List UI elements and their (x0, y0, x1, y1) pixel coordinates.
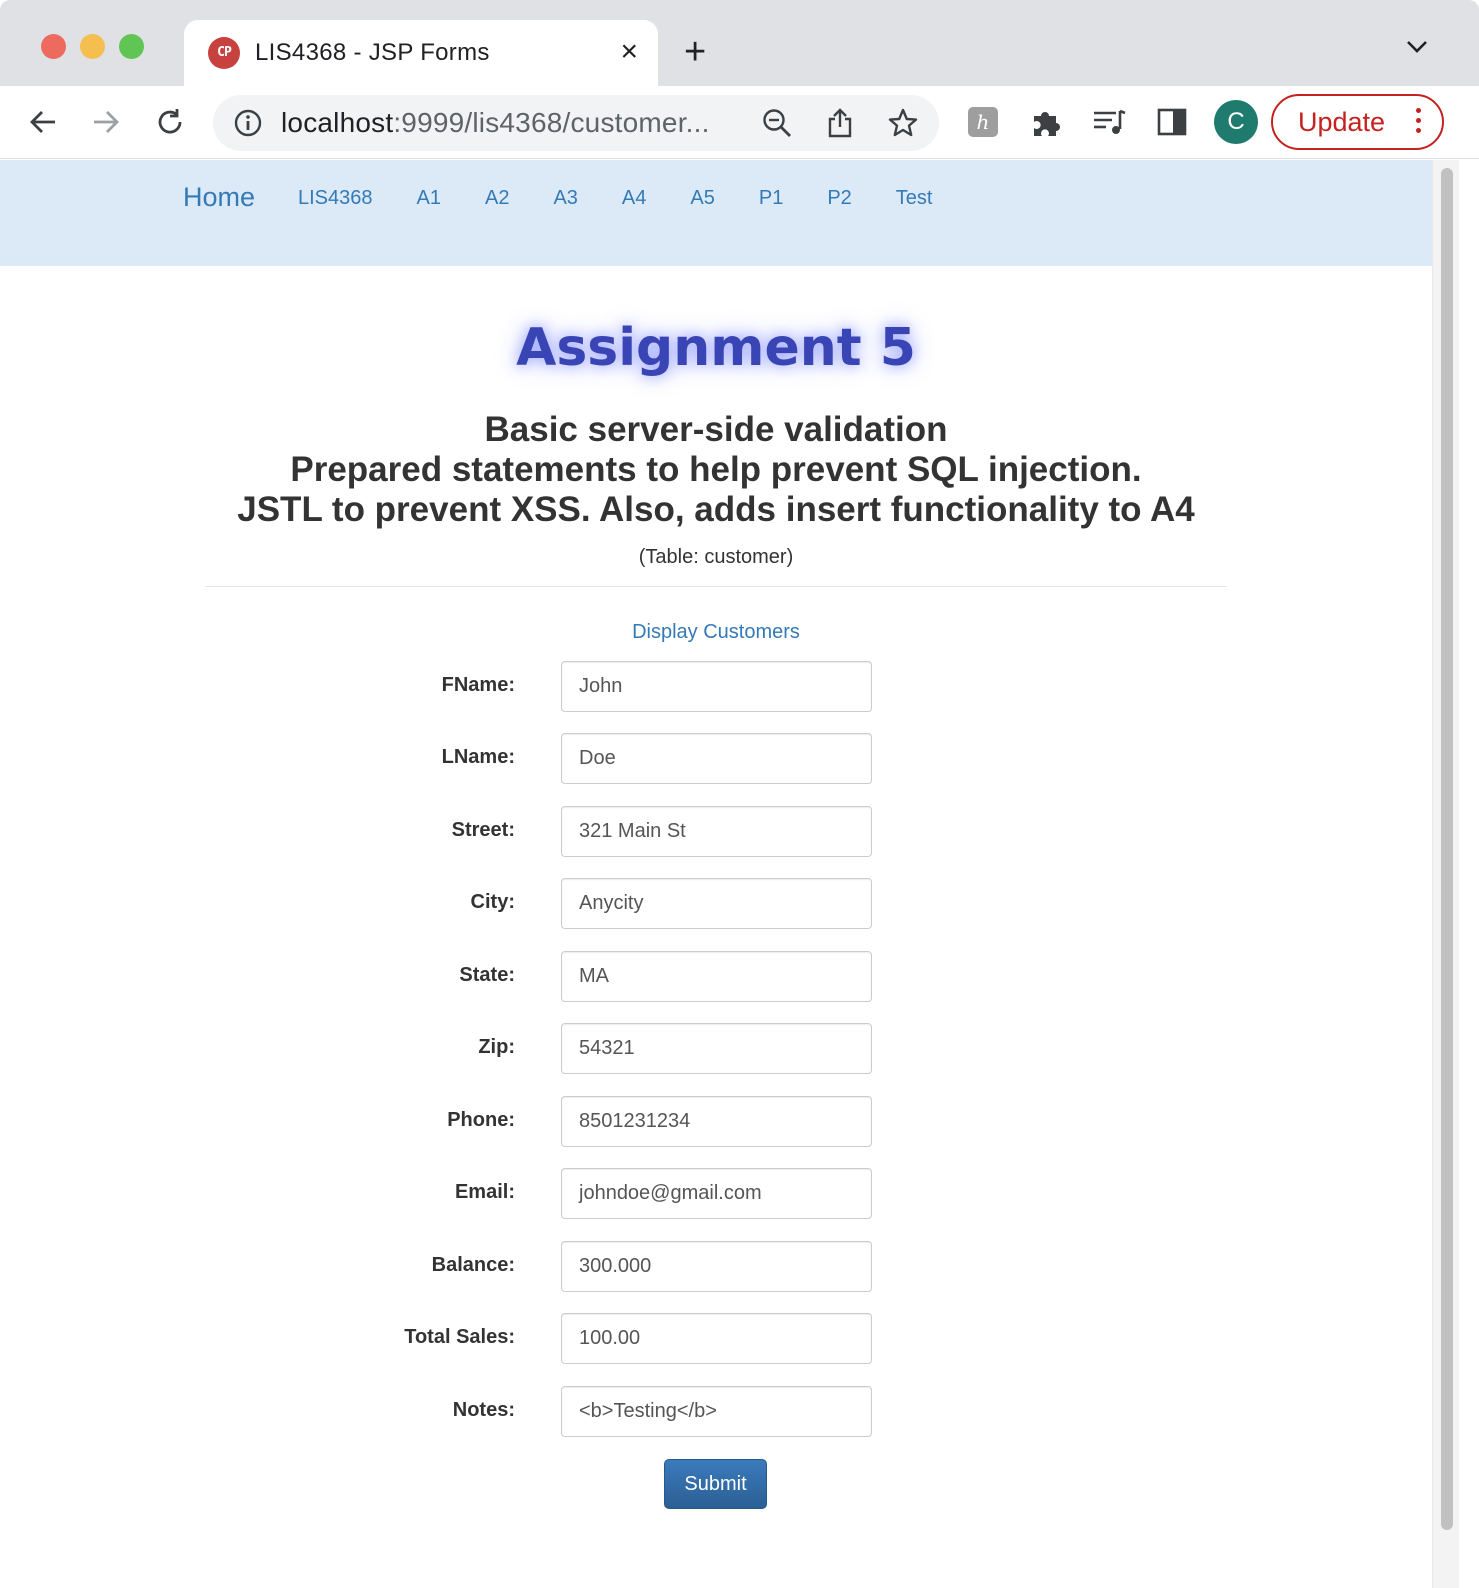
page-subtitle: Basic server-side validation Prepared st… (0, 410, 1432, 530)
tab-strip: CP LIS4368 - JSP Forms × + (0, 0, 1479, 86)
form-row-notes: Notes: <b>Testing</b> (0, 1386, 1432, 1437)
profile-avatar[interactable]: C (1214, 100, 1258, 144)
submit-button[interactable]: Submit (664, 1459, 767, 1509)
update-button[interactable]: Update (1271, 94, 1444, 150)
state-input[interactable]: MA (561, 951, 872, 1002)
form-row-lname: LName: Doe (0, 733, 1432, 784)
fname-label: FName: (441, 674, 515, 696)
form-row-fname: FName: John (0, 661, 1432, 712)
browser-toolbar: localhost:9999/lis4368/customer... h C U… (0, 86, 1479, 159)
subtitle-line: JSTL to prevent XSS. Also, adds insert f… (237, 490, 1195, 529)
share-icon[interactable] (825, 107, 855, 144)
notes-input[interactable]: <b>Testing</b> (561, 1386, 872, 1437)
page-viewport: Home LIS4368 A1 A2 A3 A4 A5 P1 P2 Test A… (0, 160, 1432, 1588)
street-label: Street: (451, 819, 515, 841)
state-label: State: (459, 964, 515, 986)
address-bar[interactable]: localhost:9999/lis4368/customer... (213, 95, 939, 151)
nav-link-a4[interactable]: A4 (622, 187, 646, 210)
nav-link-a5[interactable]: A5 (690, 187, 714, 210)
form-row-total-sales: Total Sales: 100.00 (0, 1313, 1432, 1364)
notes-label: Notes: (452, 1399, 515, 1421)
nav-links: LIS4368 A1 A2 A3 A4 A5 P1 P2 Test (298, 187, 976, 210)
tab-search-chevron-icon[interactable] (1404, 38, 1430, 61)
tab-close-icon[interactable]: × (620, 35, 638, 69)
lname-input[interactable]: Doe (561, 733, 872, 784)
city-label: City: (470, 891, 515, 913)
info-icon[interactable] (233, 108, 263, 143)
form-row-zip: Zip: 54321 (0, 1023, 1432, 1074)
display-customers-link: Display Customers (0, 621, 1432, 644)
display-customers-link-text[interactable]: Display Customers (632, 621, 800, 643)
nav-link-a3[interactable]: A3 (553, 187, 577, 210)
phone-input[interactable]: 8501231234 (561, 1096, 872, 1147)
nav-link-a2[interactable]: A2 (485, 187, 509, 210)
url-text[interactable]: localhost:9999/lis4368/customer... (281, 107, 710, 139)
more-menu-icon[interactable] (1416, 108, 1422, 138)
page-title: Assignment 5 (516, 318, 916, 378)
url-path: :9999/lis4368/customer... (393, 107, 710, 138)
nav-link-a1[interactable]: A1 (417, 187, 441, 210)
total-sales-label: Total Sales: (404, 1326, 515, 1348)
zip-label: Zip: (478, 1036, 515, 1058)
back-icon[interactable] (25, 104, 61, 140)
nav-home-link[interactable]: Home (183, 182, 255, 213)
side-panel-icon[interactable] (1154, 104, 1190, 140)
form-row-balance: Balance: 300.000 (0, 1241, 1432, 1292)
forward-icon[interactable] (88, 104, 124, 140)
browser-tab[interactable]: CP LIS4368 - JSP Forms × (184, 20, 658, 86)
nav-link-test[interactable]: Test (896, 187, 933, 210)
extension-h-icon[interactable]: h (965, 104, 1001, 140)
browser-window: CP LIS4368 - JSP Forms × + localhost:999… (0, 0, 1479, 1588)
nav-link-p1[interactable]: P1 (759, 187, 783, 210)
balance-label: Balance: (431, 1254, 515, 1276)
nav-link-lis4368[interactable]: LIS4368 (298, 187, 373, 210)
email-input[interactable]: johndoe@gmail.com (561, 1168, 872, 1219)
total-sales-input[interactable]: 100.00 (561, 1313, 872, 1364)
fname-input[interactable]: John (561, 661, 872, 712)
maximize-window-button[interactable] (119, 34, 144, 59)
form-row-email: Email: johndoe@gmail.com (0, 1168, 1432, 1219)
form-row-phone: Phone: 8501231234 (0, 1096, 1432, 1147)
email-label: Email: (454, 1181, 515, 1203)
scrollbar-thumb[interactable] (1441, 168, 1453, 1530)
page-scrollbar[interactable] (1432, 160, 1459, 1588)
street-input[interactable]: 321 Main St (561, 806, 872, 857)
puzzle-icon[interactable] (1028, 104, 1064, 140)
reload-icon[interactable] (152, 104, 188, 140)
subtitle-line: Prepared statements to help prevent SQL … (290, 450, 1142, 489)
bookmark-star-icon[interactable] (887, 107, 919, 144)
svg-text:h: h (977, 110, 990, 134)
city-input[interactable]: Anycity (561, 878, 872, 929)
site-navbar: Home LIS4368 A1 A2 A3 A4 A5 P1 P2 Test (0, 160, 1432, 266)
phone-label: Phone: (447, 1109, 515, 1131)
favicon-icon: CP (208, 37, 240, 69)
zip-input[interactable]: 54321 (561, 1023, 872, 1074)
form-row-city: City: Anycity (0, 878, 1432, 929)
lname-label: LName: (441, 746, 515, 768)
minimize-window-button[interactable] (80, 34, 105, 59)
divider (205, 586, 1227, 587)
form-row-state: State: MA (0, 951, 1432, 1002)
url-host: localhost (281, 107, 394, 138)
subtitle-line: Basic server-side validation (484, 410, 948, 449)
form-row-street: Street: 321 Main St (0, 806, 1432, 857)
table-note: (Table: customer) (638, 546, 794, 568)
balance-input[interactable]: 300.000 (561, 1241, 872, 1292)
media-queue-icon[interactable] (1091, 104, 1127, 140)
nav-link-p2[interactable]: P2 (827, 187, 851, 210)
new-tab-button[interactable]: + (684, 30, 706, 74)
tab-title: LIS4368 - JSP Forms (255, 39, 490, 66)
zoom-out-icon[interactable] (761, 107, 793, 144)
update-label: Update (1298, 107, 1386, 137)
close-window-button[interactable] (41, 34, 66, 59)
